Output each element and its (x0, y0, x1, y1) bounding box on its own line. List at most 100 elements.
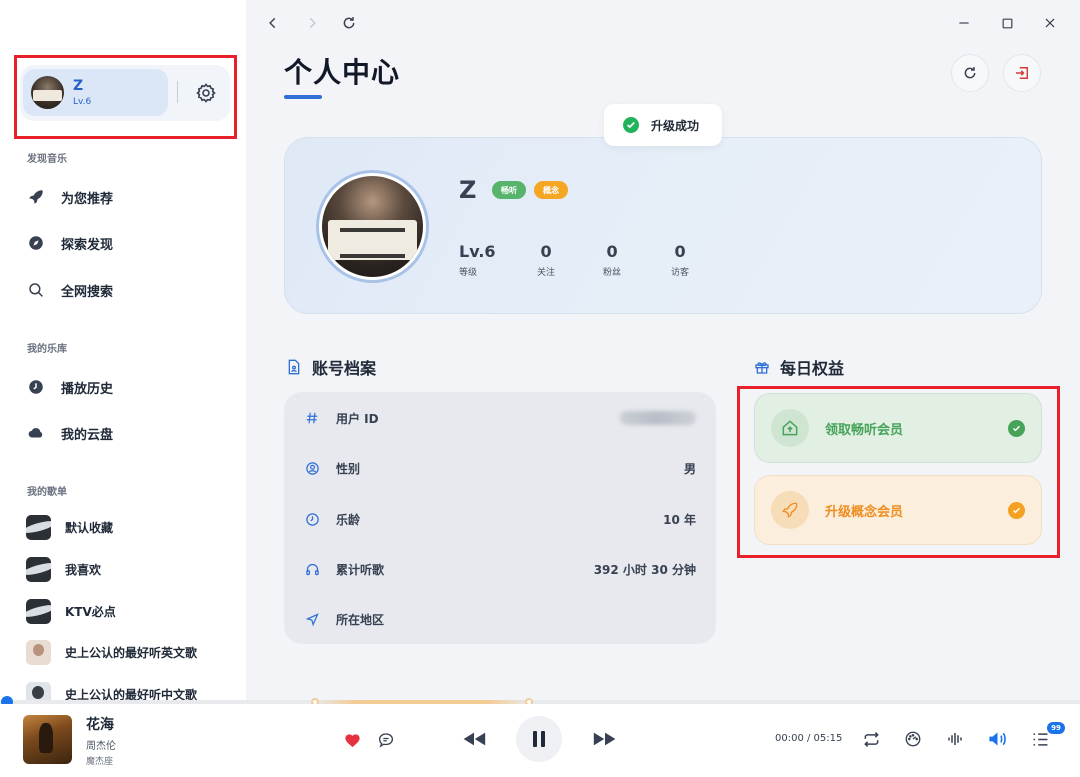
sidebar: Z Lv.6 发现音乐 为您推荐 探索发现 全网搜索 我的乐库 播放历史 我的云… (0, 0, 246, 707)
section-title-library: 我的乐库 (27, 344, 67, 355)
stat-visitors[interactable]: 0 访客 (671, 242, 689, 278)
playlist-label: KTV必点 (65, 604, 116, 619)
comment-icon[interactable] (376, 730, 396, 750)
benefit-label: 领取畅听会员 (825, 422, 904, 438)
user-avatar (31, 76, 64, 109)
sidebar-item-label: 播放历史 (61, 381, 114, 397)
compass-icon (26, 233, 46, 253)
forward-arrow-icon[interactable] (302, 13, 322, 33)
account-section-title: 账号档案 (286, 355, 376, 379)
clock-icon (26, 377, 46, 397)
divider (177, 81, 178, 103)
sidebar-item-history[interactable]: 播放历史 (26, 376, 113, 398)
player-bar: 花海 周杰伦 魔杰座 00:00 / 05:15 99 (0, 704, 1080, 777)
minimize-icon[interactable] (954, 13, 974, 33)
user-card: Z Lv.6 (20, 65, 230, 121)
benefit-claim-listen-vip[interactable]: 领取畅听会员 (754, 393, 1042, 463)
account-row-gender: 性别 男 (304, 456, 696, 480)
speed-dial-icon[interactable] (903, 729, 923, 749)
next-track-icon[interactable] (592, 729, 618, 749)
playback-time: 00:00 / 05:15 (775, 733, 843, 744)
user-id-value-blurred (620, 411, 696, 425)
user-name: Z (73, 78, 84, 94)
check-circle-icon (1008, 501, 1025, 519)
success-toast: 升级成功 (604, 104, 722, 146)
page-title: 个人中心 (284, 56, 401, 89)
benefits-section-title: 每日权益 (754, 355, 844, 379)
playlist-cover (26, 598, 51, 624)
equalizer-icon[interactable] (945, 729, 965, 749)
account-row-listen-time: 累计听歌 392 小时 30 分钟 (304, 557, 696, 581)
title-underline (284, 95, 322, 99)
playlist-cover (26, 556, 51, 582)
refresh-icon[interactable] (339, 13, 359, 33)
playlist-item[interactable]: 默认收藏 (26, 514, 113, 540)
maximize-icon[interactable] (997, 13, 1017, 33)
user-circle-icon (304, 460, 320, 476)
rocket-icon (771, 491, 809, 529)
refresh-icon (964, 67, 976, 79)
settings-gear-icon[interactable] (194, 81, 218, 105)
rocket-icon (26, 187, 46, 207)
sidebar-item-label: 探索发现 (61, 237, 114, 253)
playlist-cover (26, 514, 51, 540)
sidebar-item-recommend[interactable]: 为您推荐 (26, 186, 113, 208)
pause-icon (533, 731, 545, 747)
sidebar-item-label: 全网搜索 (61, 284, 114, 300)
sidebar-item-label: 我的云盘 (61, 427, 114, 443)
location-arrow-icon (304, 611, 320, 627)
toast-text: 升级成功 (651, 118, 700, 133)
profile-card: Z 畅听 概念 Lv.6 等级 0 关注 0 粉丝 0 访客 (284, 137, 1042, 314)
benefit-upgrade-concept-vip[interactable]: 升级概念会员 (754, 475, 1042, 545)
song-title[interactable]: 花海 (86, 714, 114, 734)
hash-icon (304, 410, 320, 426)
stat-following[interactable]: 0 关注 (537, 242, 555, 278)
account-row-region: 所在地区 (304, 607, 696, 631)
main-content: 个人中心 升级成功 Z 畅听 概念 Lv.6 等级 0 关注 0 粉丝 0 访客… (246, 0, 1080, 700)
heart-icon[interactable] (342, 730, 362, 750)
close-icon[interactable] (1040, 13, 1060, 33)
playlist-item[interactable]: 史上公认的最好听英文歌 (26, 639, 197, 665)
vip-listen-badge: 畅听 (492, 181, 526, 199)
user-profile-button[interactable]: Z Lv.6 (23, 69, 168, 116)
clock-icon (304, 511, 320, 527)
sidebar-item-cloud[interactable]: 我的云盘 (26, 422, 113, 444)
profile-name: Z (459, 176, 477, 204)
pause-button[interactable] (516, 716, 562, 762)
user-level: Lv.6 (73, 97, 92, 107)
vip-concept-badge: 概念 (534, 181, 568, 199)
account-card: 用户 ID 性别 男 乐龄 10 年 累计听歌 392 小时 30 分钟 所在地… (284, 392, 716, 644)
benefit-label: 升级概念会员 (825, 504, 904, 520)
section-title-playlists: 我的歌单 (27, 487, 67, 498)
repeat-icon[interactable] (861, 729, 881, 749)
logout-button[interactable] (1003, 54, 1041, 92)
playlist-cover (26, 639, 51, 665)
headphones-icon (304, 561, 320, 577)
account-row-user-id: 用户 ID (304, 406, 696, 430)
sidebar-item-label: 为您推荐 (61, 191, 114, 207)
playlist-item[interactable]: 我喜欢 (26, 556, 101, 582)
sidebar-item-explore[interactable]: 探索发现 (26, 232, 113, 254)
back-arrow-icon[interactable] (263, 13, 283, 33)
song-album[interactable]: 魔杰座 (86, 754, 113, 767)
playlist-item[interactable]: KTV必点 (26, 598, 116, 624)
gift-icon (754, 359, 770, 375)
stat-followers[interactable]: 0 粉丝 (603, 242, 621, 278)
account-row-music-age: 乐龄 10 年 (304, 507, 696, 531)
check-circle-icon (1008, 419, 1025, 437)
cloud-icon (26, 423, 46, 443)
playlist-label: 我喜欢 (65, 562, 102, 577)
profile-avatar[interactable] (316, 170, 429, 283)
sidebar-item-search[interactable]: 全网搜索 (26, 279, 113, 301)
stat-level: Lv.6 等级 (459, 242, 496, 278)
document-icon (286, 359, 302, 375)
refresh-button[interactable] (951, 54, 989, 92)
check-circle-icon (623, 117, 639, 133)
volume-icon[interactable] (986, 729, 1008, 749)
queue-count-badge: 99 (1047, 722, 1065, 734)
previous-track-icon[interactable] (461, 729, 487, 749)
section-title-discover: 发现音乐 (27, 154, 67, 165)
logout-icon (1016, 67, 1028, 79)
album-cover[interactable] (23, 715, 72, 764)
song-artist[interactable]: 周杰伦 (86, 737, 116, 752)
